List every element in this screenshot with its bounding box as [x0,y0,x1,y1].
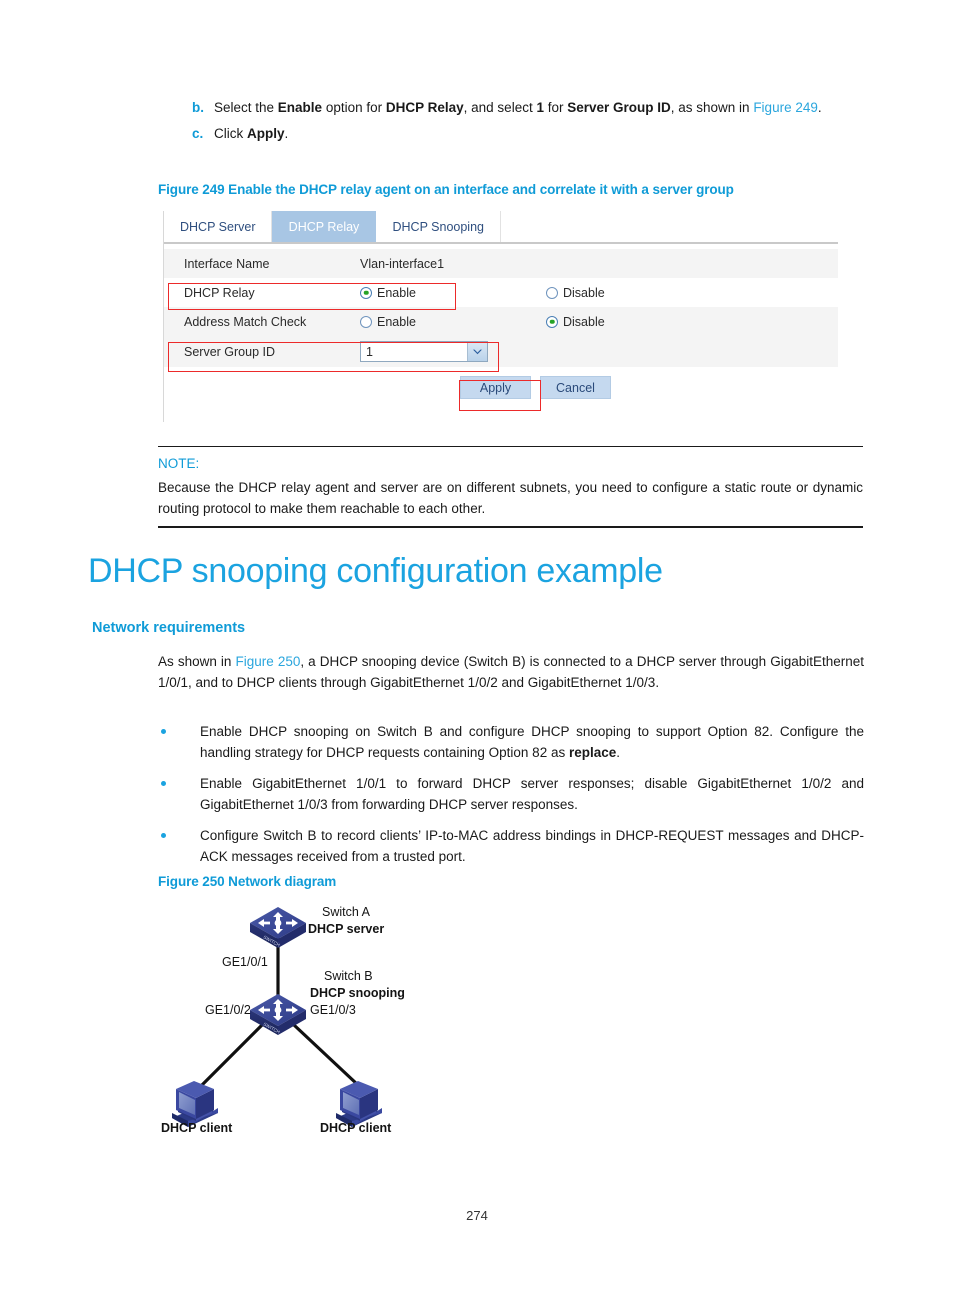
dhcp-client-right-label: DHCP client [320,1121,392,1135]
list-item: Enable GigabitEthernet 1/0/1 to forward … [158,774,864,816]
document-page: b. Select the Enable option for DHCP Rel… [0,0,954,1296]
link-ge1-0-1-label: GE1/0/1 [222,955,268,969]
step-b-marker: b. [192,100,204,115]
page-number: 274 [466,1208,488,1223]
interface-name-label: Interface Name [184,256,270,271]
address-match-enable-label: Enable [377,314,416,329]
step-c-marker: c. [192,125,204,141]
list-item: Configure Switch B to record clients’ IP… [158,826,864,868]
switch-b-name-label: Switch B [324,969,373,983]
dhcp-client-left-label: DHCP client [161,1121,233,1135]
row-dhcp-relay: DHCP Relay Enable Disable [164,278,838,307]
radio-selected-icon [546,315,558,328]
network-diagram: SWITCH SWITCH Switch A DHCP server GE1/0… [150,893,600,1138]
tab-dhcp-relay[interactable]: DHCP Relay [272,211,377,242]
address-match-disable-label: Disable [563,314,605,329]
note-text: Because the DHCP relay agent and server … [158,480,863,517]
button-row: Apply Cancel [164,367,838,408]
dhcp-relay-enable-radio[interactable]: Enable [360,286,416,300]
link-ge1-0-3-label: GE1/0/3 [310,1003,356,1017]
row-address-match-check: Address Match Check Enable Disable [164,307,838,336]
tab-dhcp-server[interactable]: DHCP Server [164,211,273,242]
step-b: b. Select the Enable option for DHCP Rel… [192,98,864,119]
server-group-id-label: Server Group ID [184,344,276,359]
figure-250-caption: Figure 250 Network diagram [158,874,337,889]
row-interface-name: Interface Name Vlan-interface1 [164,249,838,278]
note-bottom-rule [158,526,863,528]
radio-unselected-icon [546,286,558,299]
switch-a-icon: SWITCH [250,907,306,948]
address-match-disable-radio[interactable]: Disable [546,315,605,329]
dhcp-relay-disable-label: Disable [563,285,605,300]
switch-b-role-label: DHCP snooping [310,986,405,1000]
chevron-down-icon [467,342,487,361]
step-b-text: Select the Enable option for DHCP Relay,… [214,100,822,115]
row-server-group-id: Server Group ID 1 [164,336,838,367]
note-top-rule [158,446,863,448]
dhcp-relay-web-ui: DHCP Server DHCP Relay DHCP Snooping Int… [163,211,838,422]
apply-button[interactable]: Apply [460,376,531,399]
requirements-bullet-list: Enable DHCP snooping on Switch B and con… [158,722,864,878]
interface-name-value: Vlan-interface1 [360,256,445,271]
section-heading-network-requirements: Network requirements [92,620,246,636]
radio-unselected-icon [360,315,372,328]
address-match-check-label: Address Match Check [184,314,307,329]
tab-dhcp-snooping[interactable]: DHCP Snooping [376,211,501,242]
tab-bar-filler [500,211,838,242]
dhcp-relay-label: DHCP Relay [184,285,255,300]
bullet-icon [158,722,200,734]
dhcp-relay-disable-radio[interactable]: Disable [546,286,605,300]
note-title: NOTE: [158,456,200,472]
dhcp-relay-enable-label: Enable [377,285,416,300]
radio-selected-icon [360,286,372,299]
bullet-icon [158,774,200,786]
link-ge1-0-2-label: GE1/0/2 [205,1003,251,1017]
address-match-enable-radio[interactable]: Enable [360,315,416,329]
switch-a-role-label: DHCP server [308,922,385,936]
step-list: b. Select the Enable option for DHCP Rel… [192,98,864,150]
figure-249-caption: Figure 249 Enable the DHCP relay agent o… [158,182,734,197]
bullet-icon [158,826,200,838]
server-group-id-value: 1 [366,344,373,359]
tab-bar: DHCP Server DHCP Relay DHCP Snooping [164,211,838,244]
relay-form: Interface Name Vlan-interface1 DHCP Rela… [164,244,838,408]
list-item-text: Configure Switch B to record clients’ IP… [200,827,864,864]
cancel-button[interactable]: Cancel [540,376,611,399]
list-item-text: Enable DHCP snooping on Switch B and con… [200,724,864,760]
switch-a-name-label: Switch A [322,905,370,919]
step-c: c. Click Apply. [192,124,864,145]
list-item: Enable DHCP snooping on Switch B and con… [158,722,864,764]
note-block: NOTE: Because the DHCP relay agent and s… [158,446,863,528]
step-c-text: Click Apply. [214,125,289,141]
server-group-id-select[interactable]: 1 [360,341,488,362]
list-item-text: Enable GigabitEthernet 1/0/1 to forward … [200,775,864,812]
intro-paragraph: As shown in Figure 250, a DHCP snooping … [158,654,864,690]
page-title: DHCP snooping configuration example [88,552,663,590]
